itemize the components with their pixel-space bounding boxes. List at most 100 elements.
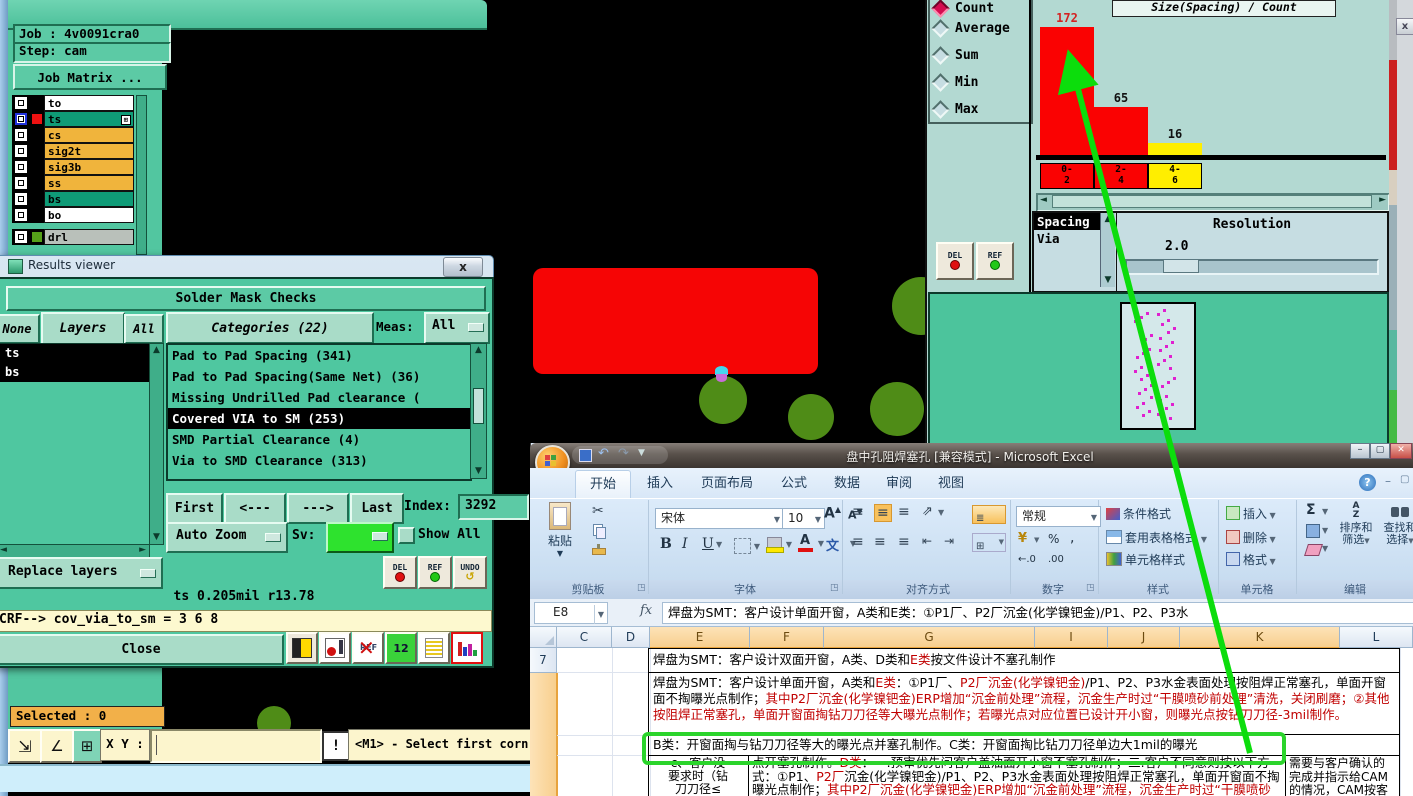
layer-checkbox[interactable]: [12, 159, 30, 175]
dialog-launcher-icon[interactable]: ◳: [1086, 583, 1095, 593]
insert-cells-button[interactable]: 插入 ▼: [1226, 505, 1276, 522]
close-button[interactable]: ✕: [1390, 443, 1412, 459]
column-header-G[interactable]: G: [824, 627, 1035, 649]
scroll-down-icon[interactable]: ▼: [1101, 276, 1115, 285]
layer-color-swatch[interactable]: [30, 143, 44, 159]
name-box[interactable]: E8 ▼: [534, 602, 608, 624]
merge-center-button[interactable]: ⊞ ▼: [972, 533, 1006, 552]
resolution-slider[interactable]: [1125, 259, 1379, 275]
layer-row-ss[interactable]: ss: [12, 175, 134, 191]
column-header-K[interactable]: K: [1180, 627, 1340, 649]
exit-view-button[interactable]: [286, 632, 318, 664]
autosum-button[interactable]: Σ: [1306, 502, 1316, 518]
histogram-view-button[interactable]: [451, 632, 483, 664]
grow-font-button[interactable]: A▲: [824, 505, 841, 522]
borders-button[interactable]: ▼: [734, 538, 760, 554]
align-center-button[interactable]: ≡: [874, 534, 886, 550]
meas-dropdown[interactable]: All: [424, 312, 490, 344]
results-viewer-titlebar[interactable]: Results viewer x: [0, 255, 492, 277]
font-size-select[interactable]: 10 ▼: [782, 508, 825, 529]
cut-icon[interactable]: ✂: [592, 503, 604, 519]
replace-layers-dropdown[interactable]: Replace layers: [0, 557, 163, 589]
save-icon[interactable]: [579, 449, 592, 462]
decrease-decimal-button[interactable]: .00: [1048, 554, 1064, 565]
background-window-close-icon[interactable]: x: [1396, 18, 1413, 35]
format-painter-icon[interactable]: [592, 544, 606, 556]
scroll-left-icon[interactable]: ◄: [0, 546, 7, 555]
layer-name[interactable]: to: [44, 95, 134, 111]
layer-color-swatch[interactable]: [30, 175, 44, 191]
italic-button[interactable]: I: [682, 536, 688, 552]
radio-diamond-icon[interactable]: [931, 0, 950, 18]
measure-tool-button[interactable]: ∠: [40, 729, 74, 763]
index-input[interactable]: 3292: [458, 494, 529, 520]
stat-radio-min[interactable]: Min: [931, 72, 978, 92]
close-results-button[interactable]: Close: [0, 634, 284, 665]
row-header-7[interactable]: 7: [530, 648, 557, 673]
font-name-select[interactable]: 宋体 ▼: [655, 508, 784, 529]
scroll-up-icon[interactable]: ▲: [471, 344, 486, 355]
align-left-button[interactable]: ≡: [852, 534, 864, 550]
layer-checkbox[interactable]: [12, 175, 30, 191]
category-item[interactable]: Via to SMD Clearance (313): [168, 450, 470, 471]
phonetic-button[interactable]: 文 ▼: [826, 535, 856, 554]
layer-name[interactable]: bs: [44, 191, 134, 207]
layer-color-swatch[interactable]: [30, 191, 44, 207]
comma-button[interactable]: ,: [1070, 530, 1074, 546]
slider-thumb[interactable]: [1163, 259, 1199, 273]
select-all-corner[interactable]: [530, 627, 557, 648]
layer-name[interactable]: bo: [44, 207, 134, 223]
tab-公式[interactable]: 公式: [771, 470, 817, 498]
increase-decimal-button[interactable]: ←.0: [1018, 554, 1036, 565]
column-header-I[interactable]: I: [1035, 627, 1108, 649]
cell-row7[interactable]: 焊盘为SMT：客户设计双面开窗，A类、D类和E类按文件设计不塞孔制作: [653, 652, 1393, 670]
scroll-thumb[interactable]: [1052, 195, 1372, 208]
auto-zoom-dropdown[interactable]: Auto Zoom: [166, 522, 288, 553]
align-right-button[interactable]: ≡: [898, 534, 910, 550]
layer-name[interactable]: ss: [44, 175, 134, 191]
accounting-format-button[interactable]: ¥: [1018, 531, 1027, 546]
scroll-up-icon[interactable]: ▲: [150, 344, 163, 355]
tab-插入[interactable]: 插入: [637, 470, 683, 498]
find-select-button[interactable]: 查找和 选择▼: [1380, 502, 1413, 547]
column-header-E[interactable]: E: [650, 627, 750, 649]
all-button[interactable]: All: [124, 314, 164, 344]
layer-row-bs[interactable]: bs: [12, 191, 134, 207]
radio-diamond-icon[interactable]: [931, 72, 950, 92]
format-cells-button[interactable]: 格式 ▼: [1226, 551, 1276, 568]
layer-row-to[interactable]: to: [12, 95, 134, 111]
scroll-down-icon[interactable]: ▼: [150, 533, 163, 542]
del-button[interactable]: DEL: [383, 556, 417, 589]
hist-ref-button[interactable]: REF: [976, 242, 1014, 280]
number-format-select[interactable]: 常规 ▼: [1016, 506, 1101, 527]
cell-styles-button[interactable]: 单元格样式: [1106, 551, 1185, 568]
tab-页面布局[interactable]: 页面布局: [691, 470, 763, 498]
left-list-vscrollbar[interactable]: ▲ ▼: [149, 343, 164, 545]
layer-row-ts[interactable]: ts ⊞: [12, 111, 134, 127]
category-item[interactable]: Pad to Pad Spacing(Same Net) (36): [168, 366, 470, 387]
layer-color-swatch[interactable]: [30, 127, 44, 143]
scroll-thumb[interactable]: [473, 388, 484, 424]
layer-row-drl[interactable]: drl: [12, 229, 134, 245]
list-item[interactable]: ts: [0, 344, 149, 363]
measure-list-scrollbar[interactable]: ▲ ▼: [1100, 213, 1115, 287]
delete-cells-button[interactable]: 删除 ▼: [1226, 529, 1276, 546]
clear-ref-button[interactable]: REF ✕: [352, 632, 384, 664]
show-all-checkbox[interactable]: [398, 527, 415, 544]
format-as-table-button[interactable]: 套用表格格式 ▼: [1106, 529, 1207, 546]
align-bottom-button[interactable]: ≡: [898, 504, 910, 520]
layer-checkbox[interactable]: [12, 191, 30, 207]
radio-diamond-icon[interactable]: [931, 18, 950, 38]
formula-input[interactable]: 焊盘为SMT：客户设计单面开窗，A类和E类：①P1厂、P2厂沉金(化学镍钯金)/…: [662, 602, 1413, 624]
align-top-button[interactable]: ≡: [852, 504, 864, 520]
row-header-selected[interactable]: [530, 673, 558, 796]
ref-button[interactable]: REF: [418, 556, 452, 589]
underline-dropdown-icon[interactable]: ▼: [716, 540, 722, 549]
cell-k-note[interactable]: 需要与客户确认的 完成并指示给CAM 的情况，CAM按客: [1289, 757, 1401, 796]
list-item-spacing[interactable]: Spacing: [1034, 213, 1102, 230]
last-button[interactable]: Last: [350, 493, 404, 524]
close-button[interactable]: x: [443, 257, 483, 277]
layer-name[interactable]: cs: [44, 127, 134, 143]
grid-toggle-button[interactable]: ⊞: [72, 729, 102, 763]
maximize-button[interactable]: ▢: [1370, 443, 1390, 459]
